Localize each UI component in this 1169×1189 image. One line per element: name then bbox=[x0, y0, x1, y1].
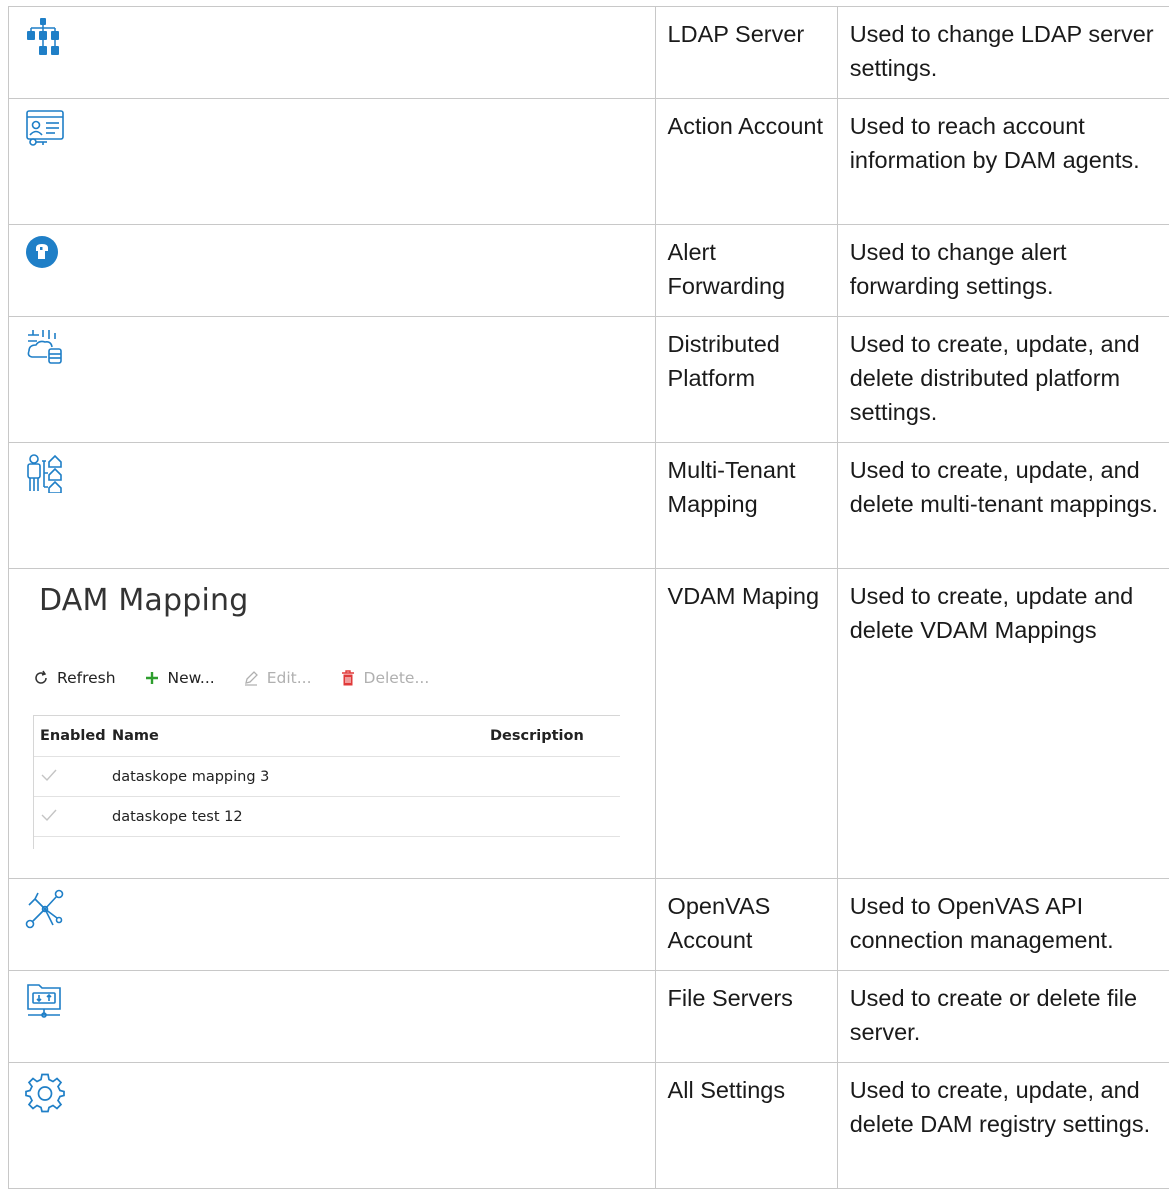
row-description: Used to create, update, and delete multi… bbox=[837, 443, 1169, 569]
column-header-enabled[interactable]: Enabled bbox=[34, 728, 106, 744]
icon-cell bbox=[9, 225, 656, 317]
row-name: Alert Forwarding bbox=[655, 225, 837, 317]
row-name: OpenVAS Account bbox=[655, 879, 837, 971]
row-name: VDAM Maping bbox=[655, 569, 837, 879]
network-nodes-icon bbox=[25, 889, 65, 929]
row-description: Used to create, update, and delete distr… bbox=[837, 317, 1169, 443]
table-row: Multi-Tenant Mapping Used to create, upd… bbox=[9, 443, 1169, 569]
row-name: Multi-Tenant Mapping bbox=[655, 443, 837, 569]
mapping-name: dataskope mapping 3 bbox=[106, 769, 490, 785]
row-name: Action Account bbox=[655, 99, 837, 225]
column-header-description[interactable]: Description bbox=[490, 728, 620, 744]
grid-row[interactable]: dataskope mapping 3 bbox=[34, 757, 620, 797]
refresh-label: Refresh bbox=[57, 669, 116, 687]
grid-row[interactable]: dataskope test 12 bbox=[34, 797, 620, 837]
dam-mapping-grid: Enabled Name Description dataskope mappi… bbox=[33, 715, 620, 849]
row-name: All Settings bbox=[655, 1063, 837, 1189]
ldap-hierarchy-icon bbox=[25, 17, 61, 59]
enabled-checkbox[interactable] bbox=[34, 808, 106, 826]
icon-cell bbox=[9, 443, 656, 569]
pencil-icon bbox=[243, 670, 259, 686]
row-description: Used to reach account information by DAM… bbox=[837, 99, 1169, 225]
refresh-button[interactable]: Refresh bbox=[33, 669, 116, 687]
gear-icon bbox=[25, 1073, 65, 1113]
mapping-name: dataskope test 12 bbox=[106, 809, 490, 825]
row-description: Used to create, update and delete VDAM M… bbox=[837, 569, 1169, 879]
table-row: Action Account Used to reach account inf… bbox=[9, 99, 1169, 225]
account-key-icon bbox=[25, 109, 65, 147]
row-name: Distributed Platform bbox=[655, 317, 837, 443]
dam-toolbar: Refresh New... Edit... bbox=[33, 669, 457, 687]
table-row: DAM Mapping Refresh New... bbox=[9, 569, 1169, 879]
screenshot-cell: DAM Mapping Refresh New... bbox=[9, 569, 656, 879]
checkmark-icon bbox=[40, 808, 58, 822]
row-name: File Servers bbox=[655, 971, 837, 1063]
dam-mapping-screenshot: DAM Mapping Refresh New... bbox=[9, 569, 655, 865]
trash-icon bbox=[340, 670, 356, 686]
new-button[interactable]: New... bbox=[144, 669, 215, 687]
distributed-platform-icon bbox=[25, 327, 65, 365]
table-row: Alert Forwarding Used to change alert fo… bbox=[9, 225, 1169, 317]
row-description: Used to create or delete file server. bbox=[837, 971, 1169, 1063]
edit-label: Edit... bbox=[267, 669, 312, 687]
icon-cell bbox=[9, 7, 656, 99]
icon-cell bbox=[9, 99, 656, 225]
settings-table: LDAP Server Used to change LDAP server s… bbox=[8, 6, 1169, 1189]
delete-label: Delete... bbox=[364, 669, 430, 687]
row-description: Used to OpenVAS API connection managemen… bbox=[837, 879, 1169, 971]
row-description: Used to create, update, and delete DAM r… bbox=[837, 1063, 1169, 1189]
plus-icon bbox=[144, 670, 160, 686]
new-label: New... bbox=[168, 669, 215, 687]
table-row: File Servers Used to create or delete fi… bbox=[9, 971, 1169, 1063]
edit-button[interactable]: Edit... bbox=[243, 669, 312, 687]
table-row: All Settings Used to create, update, and… bbox=[9, 1063, 1169, 1189]
delete-button[interactable]: Delete... bbox=[340, 669, 430, 687]
file-server-icon bbox=[25, 981, 63, 1021]
multi-tenant-icon bbox=[25, 453, 65, 493]
icon-cell bbox=[9, 971, 656, 1063]
table-row: LDAP Server Used to change LDAP server s… bbox=[9, 7, 1169, 99]
row-name: LDAP Server bbox=[655, 7, 837, 99]
enabled-checkbox[interactable] bbox=[34, 768, 106, 786]
table-row: OpenVAS Account Used to OpenVAS API conn… bbox=[9, 879, 1169, 971]
grid-header: Enabled Name Description bbox=[34, 716, 620, 757]
row-description: Used to change LDAP server settings. bbox=[837, 7, 1169, 99]
icon-cell bbox=[9, 879, 656, 971]
column-header-name[interactable]: Name bbox=[106, 728, 490, 744]
checkmark-icon bbox=[40, 768, 58, 782]
icon-cell bbox=[9, 1063, 656, 1189]
table-row: Distributed Platform Used to create, upd… bbox=[9, 317, 1169, 443]
dam-mapping-title: DAM Mapping bbox=[39, 583, 248, 618]
refresh-icon bbox=[33, 670, 49, 686]
icon-cell bbox=[9, 317, 656, 443]
row-description: Used to change alert forwarding settings… bbox=[837, 225, 1169, 317]
alert-forwarding-icon bbox=[25, 235, 59, 269]
